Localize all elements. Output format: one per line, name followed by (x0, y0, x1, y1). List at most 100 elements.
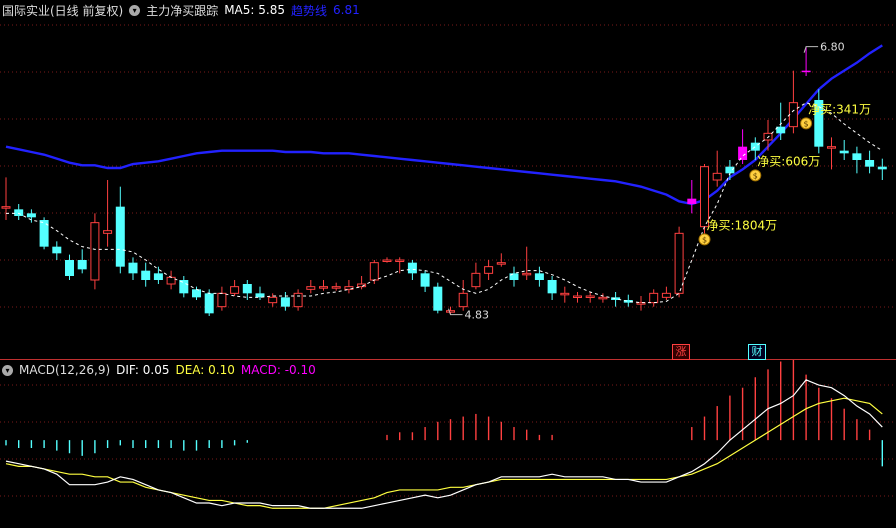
candle-body (141, 270, 151, 280)
candle-body (52, 246, 62, 254)
candle (547, 276, 557, 300)
candle-body (433, 286, 443, 311)
candle (649, 289, 659, 307)
candle-body (649, 292, 659, 304)
net-buy-annotation: $ 净买:341万 (800, 102, 871, 130)
candle-body (103, 230, 113, 234)
candle (827, 137, 836, 170)
candle-body (446, 310, 455, 313)
candle-body (293, 292, 303, 308)
candle-body (319, 286, 328, 289)
candle-body (90, 222, 100, 281)
candle (230, 280, 240, 296)
candle (192, 286, 201, 300)
candle (573, 292, 582, 303)
candle (128, 257, 138, 280)
price-chart[interactable]: 6.804.83$净买:1804万$净买:606万$净买:341万 (0, 0, 896, 360)
candle-body (26, 213, 36, 218)
candle-body (827, 146, 836, 149)
candle (382, 257, 392, 263)
candle (280, 292, 290, 311)
candle (687, 180, 697, 214)
candle (839, 140, 849, 160)
candle-body (560, 292, 570, 296)
candle (661, 286, 671, 300)
candle-body (179, 280, 189, 294)
candle (77, 249, 87, 274)
candle (420, 270, 430, 292)
candle (268, 293, 278, 307)
candle (331, 282, 341, 291)
candle (90, 213, 100, 290)
candle-body (547, 280, 557, 294)
candle (395, 257, 405, 274)
candle (52, 241, 62, 260)
candle (344, 280, 354, 294)
candle (484, 260, 494, 280)
candle-body (852, 153, 862, 160)
candle-body (65, 260, 74, 276)
candle-body (77, 260, 87, 270)
candle (712, 150, 722, 187)
candle-body (573, 295, 582, 298)
candle (14, 204, 24, 220)
candle (509, 266, 519, 287)
candle-body (801, 70, 811, 73)
candle-body (522, 272, 532, 276)
candle (585, 292, 595, 303)
candle-body (865, 160, 875, 167)
candle (776, 102, 786, 140)
candle-body (509, 273, 519, 280)
high-price-label: 6.80 (820, 41, 845, 54)
dea-line (5, 397, 883, 509)
candle (471, 262, 481, 290)
candle (877, 158, 887, 180)
candle-body (674, 232, 684, 294)
money-bag-glyph: $ (753, 171, 758, 180)
macd-chart[interactable] (0, 360, 896, 528)
candle (674, 226, 684, 298)
net-buy-annotation: $净买:1804万 (698, 218, 777, 246)
candle (65, 254, 74, 280)
candle (179, 276, 189, 298)
candle (534, 266, 544, 287)
candle-body (204, 293, 214, 314)
candle-body (458, 292, 468, 308)
candle-body (153, 273, 163, 280)
candle-body (877, 166, 887, 170)
candle (636, 296, 646, 311)
candle-body (534, 273, 544, 280)
candle (255, 286, 265, 300)
cai-marker[interactable]: 财 (748, 344, 766, 360)
candle-body (39, 220, 49, 247)
zhang-marker[interactable]: 涨 (672, 344, 690, 360)
candle-body (115, 206, 125, 267)
candle (852, 146, 862, 174)
candle-body (242, 284, 252, 294)
trend-line (5, 44, 883, 206)
candle-body (788, 102, 798, 128)
candle (153, 266, 163, 284)
candle-body (661, 292, 671, 298)
money-bag-glyph: $ (702, 235, 707, 244)
net-buy-label: 净买:341万 (808, 102, 871, 116)
money-bag-glyph: $ (804, 119, 809, 128)
candle-body (484, 266, 494, 274)
candle-body (331, 286, 341, 289)
candle-body (306, 286, 316, 290)
candle (433, 282, 443, 314)
candle-body (839, 150, 849, 154)
net-buy-annotation: $ 净买:606万 (749, 154, 820, 182)
candle-body (369, 262, 379, 281)
candle (522, 246, 532, 280)
candle-body (395, 259, 405, 262)
candle (115, 186, 125, 274)
candle (738, 129, 748, 164)
candle-body (1, 206, 11, 209)
candle (560, 286, 570, 303)
candle-body (598, 296, 608, 300)
candle-body (712, 172, 722, 181)
candle (166, 270, 176, 290)
candle-body (407, 262, 417, 274)
candle (319, 280, 328, 291)
